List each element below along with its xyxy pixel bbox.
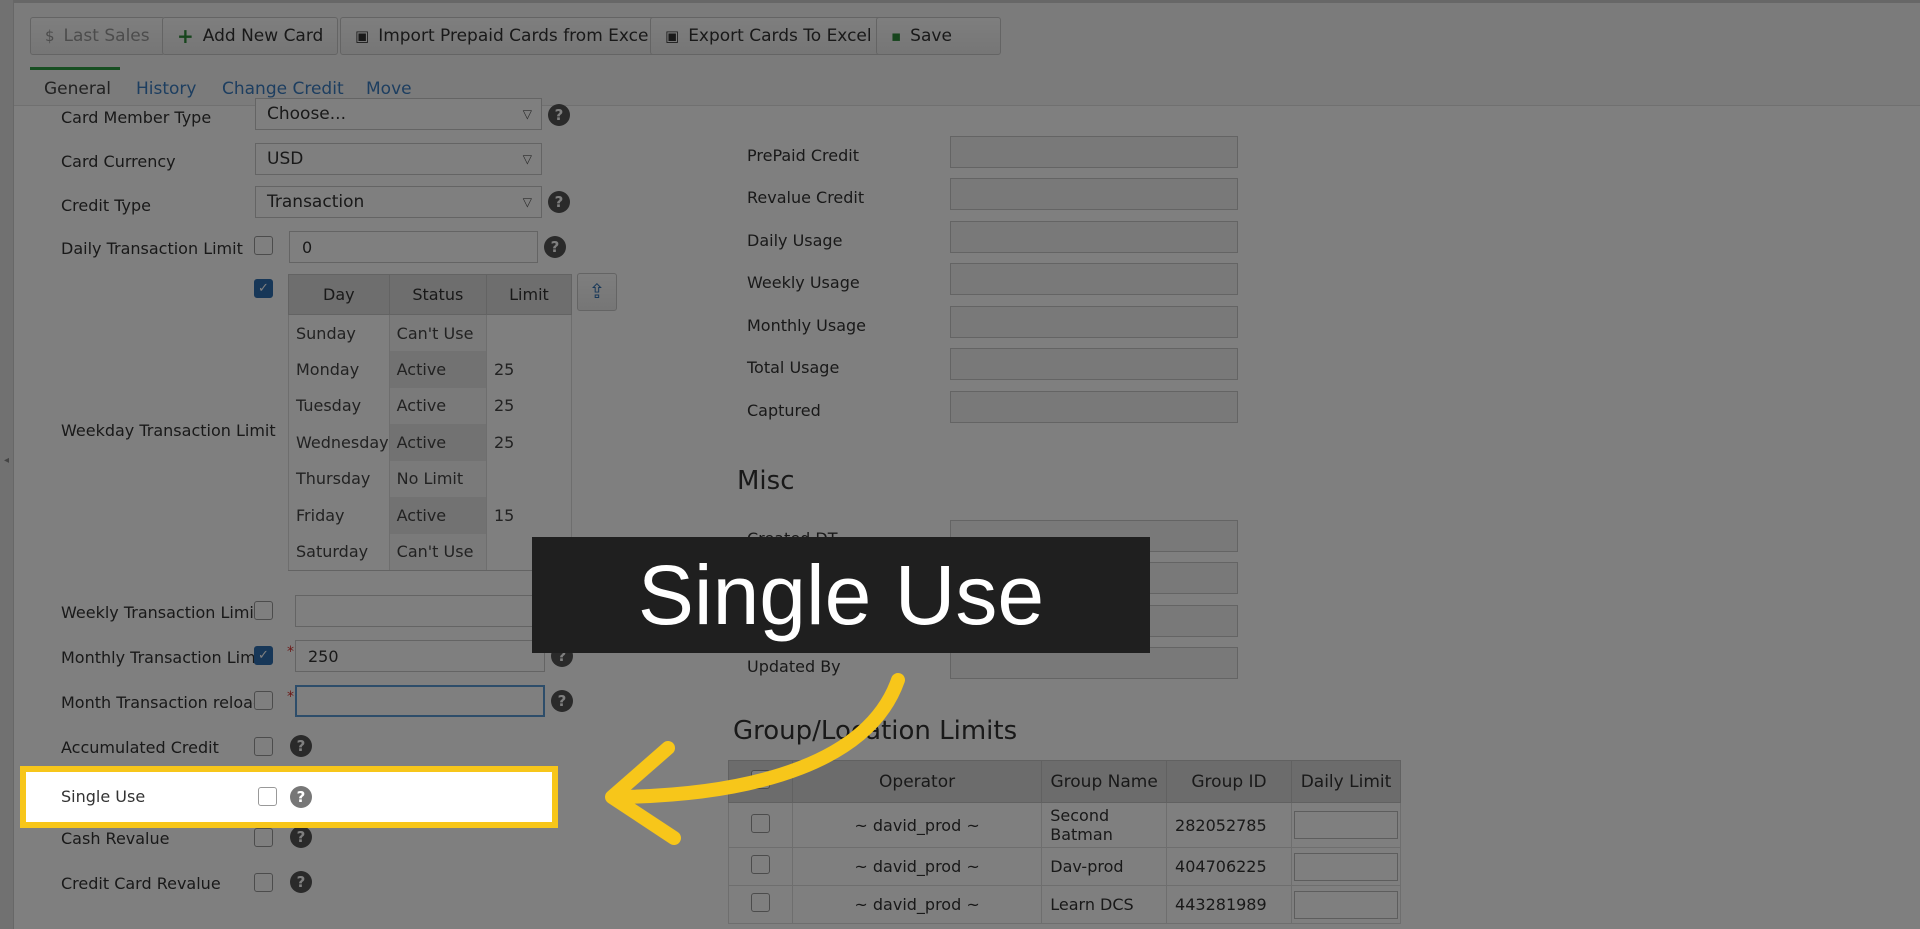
curved-arrow-icon	[605, 673, 905, 845]
page: ◂ $Last Sales +Add New Card ▣Import Prep…	[0, 0, 1920, 929]
